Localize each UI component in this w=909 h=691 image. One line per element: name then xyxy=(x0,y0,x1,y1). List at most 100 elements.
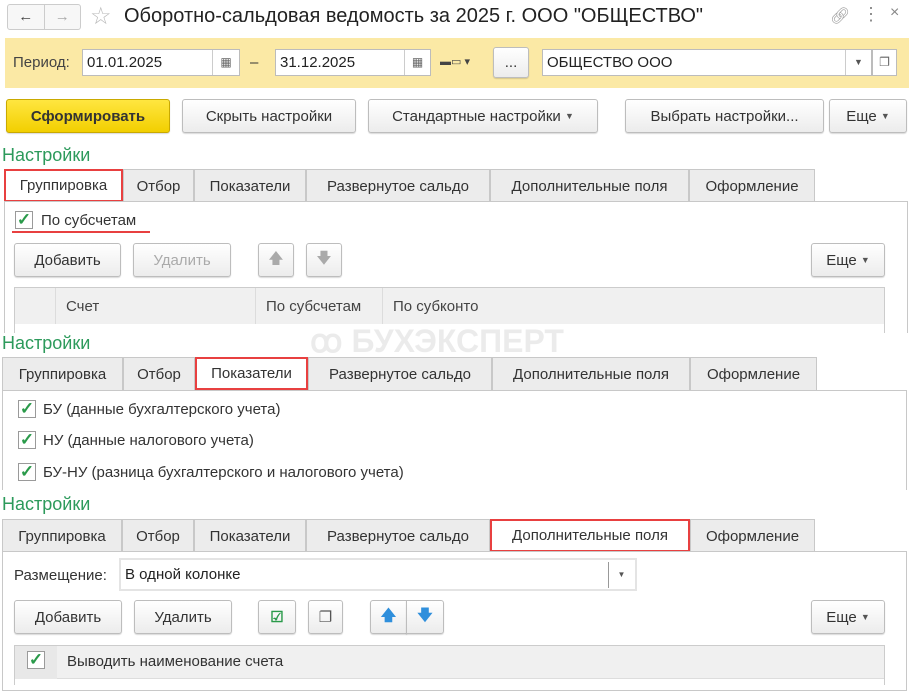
date-to-value: 31.12.2025 xyxy=(280,54,356,71)
more-label: Еще xyxy=(846,107,877,125)
accounting-checkbox[interactable]: ✓ xyxy=(18,400,36,418)
hide-settings-button[interactable]: Скрыть настройки xyxy=(182,99,356,133)
table-header-blank xyxy=(15,288,56,324)
chevron-down-icon[interactable]: ▼ xyxy=(845,50,871,75)
ellipsis: ... xyxy=(504,54,518,71)
show-account-name-checkbox[interactable]: ✓ xyxy=(27,651,45,669)
date-from-value: 01.01.2025 xyxy=(87,54,163,71)
organization-value: ОБЩЕСТВО ООО xyxy=(547,54,673,71)
tab-extra-fields[interactable]: Дополнительные поля xyxy=(492,357,690,390)
move-up-button[interactable]: 🡅 xyxy=(370,600,407,634)
calendar-icon[interactable]: ▦ xyxy=(404,50,430,75)
delete-label: Удалить xyxy=(154,608,212,626)
delete-button[interactable]: Удалить xyxy=(133,243,231,277)
link-icon[interactable]: 🔗︎ xyxy=(830,6,850,26)
arrow-down-icon: 🡇 xyxy=(316,249,332,267)
chevron-down-icon: ▼ xyxy=(860,255,870,265)
table-header-subconto: По субконто xyxy=(383,288,884,324)
nav-buttons: ← → xyxy=(7,4,81,30)
arrow-down-icon: 🡇 xyxy=(417,606,433,624)
more-button[interactable]: Еще ▼ xyxy=(829,99,907,133)
arrow-up-icon: 🡅 xyxy=(380,606,397,624)
tab-filter[interactable]: Отбор xyxy=(123,357,195,390)
add-button[interactable]: Добавить xyxy=(14,243,121,277)
settings-heading: Настройки xyxy=(2,494,91,514)
tabs: Группировка Отбор Показатели Развернутое… xyxy=(4,169,815,202)
uncheck-all-icon: ❐ xyxy=(318,609,333,626)
move-down-button[interactable]: 🡇 xyxy=(306,243,342,277)
placement-select[interactable]: В одной колонке xyxy=(119,558,637,591)
tab-grouping[interactable]: Группировка xyxy=(4,169,123,202)
hide-settings-label: Скрыть настройки xyxy=(205,107,333,125)
watermark-text: БУХЭКСПЕРТ xyxy=(351,323,564,359)
placement-value: В одной колонке xyxy=(125,566,241,583)
add-label: Добавить xyxy=(34,608,102,626)
generate-button[interactable]: Сформировать xyxy=(6,99,170,133)
tab-design[interactable]: Оформление xyxy=(690,357,817,390)
calendar-icon[interactable]: ▦ xyxy=(212,50,239,75)
watermark-logo: ꝏ БУХЭКСПЕРТ xyxy=(310,323,564,359)
period-label: Период: xyxy=(13,54,70,71)
tab-filter[interactable]: Отбор xyxy=(123,169,194,202)
delete-label: Удалить xyxy=(153,251,211,269)
tabs: Группировка Отбор Показатели Развернутое… xyxy=(2,519,815,552)
difference-checkbox[interactable]: ✓ xyxy=(18,463,36,481)
organization-select[interactable]: ОБЩЕСТВО ООО xyxy=(542,49,872,76)
add-button[interactable]: Добавить xyxy=(14,600,122,634)
tab-indicators[interactable]: Показатели xyxy=(195,357,308,390)
chevron-down-icon: ▼ xyxy=(880,111,890,121)
delete-button[interactable]: Удалить xyxy=(134,600,232,634)
period-type-dropdown[interactable]: ▬▭ ▾ xyxy=(440,55,470,68)
difference-label: БУ-НУ (разница бухгалтерского и налогово… xyxy=(43,464,404,481)
chevron-down-icon: ▼ xyxy=(564,111,574,121)
generate-label: Сформировать xyxy=(30,107,146,125)
tab-design[interactable]: Оформление xyxy=(689,169,815,202)
period-select-button[interactable]: ... xyxy=(493,47,529,78)
more-button[interactable]: Еще ▼ xyxy=(811,600,885,634)
more-label: Еще xyxy=(826,251,857,269)
highlight-underline xyxy=(12,231,150,233)
standard-settings-button[interactable]: Стандартные настройки ▼ xyxy=(368,99,598,133)
move-down-button[interactable]: 🡇 xyxy=(406,600,444,634)
standard-settings-label: Стандартные настройки xyxy=(392,107,561,125)
open-icon[interactable]: ❐ xyxy=(872,49,897,76)
choose-settings-button[interactable]: Выбрать настройки... xyxy=(625,99,824,133)
more-button[interactable]: Еще ▼ xyxy=(811,243,885,277)
move-up-button[interactable]: 🡅 xyxy=(258,243,294,277)
table-header-account: Счет xyxy=(56,288,256,324)
tax-checkbox[interactable]: ✓ xyxy=(18,431,36,449)
tab-indicators[interactable]: Показатели xyxy=(194,519,306,552)
show-account-name-label: Выводить наименование счета xyxy=(67,653,284,670)
tab-expanded-balance[interactable]: Развернутое сальдо xyxy=(306,519,490,552)
star-icon[interactable]: ☆ xyxy=(90,2,112,31)
more-label: Еще xyxy=(826,608,857,626)
tab-extra-fields[interactable]: Дополнительные поля xyxy=(490,519,690,552)
settings-heading: Настройки xyxy=(2,145,91,165)
choose-settings-label: Выбрать настройки... xyxy=(650,107,799,125)
tab-filter[interactable]: Отбор xyxy=(122,519,194,552)
uncheck-all-button[interactable]: ❐ xyxy=(308,600,343,634)
close-icon[interactable]: × xyxy=(890,4,899,22)
back-button[interactable]: ← xyxy=(8,5,45,29)
tab-extra-fields[interactable]: Дополнительные поля xyxy=(490,169,689,202)
placement-label: Размещение: xyxy=(14,567,107,584)
check-all-icon: ☑ xyxy=(270,609,284,626)
period-dash: – xyxy=(250,54,259,71)
tab-expanded-balance[interactable]: Развернутое сальдо xyxy=(306,169,490,202)
by-subaccounts-checkbox[interactable]: ✓ xyxy=(15,211,33,229)
tab-design[interactable]: Оформление xyxy=(690,519,815,552)
check-all-button[interactable]: ☑ xyxy=(258,600,296,634)
menu-dots-icon[interactable]: ⋮ xyxy=(862,4,880,25)
tab-expanded-balance[interactable]: Развернутое сальдо xyxy=(308,357,492,390)
forward-button[interactable]: → xyxy=(45,5,81,29)
page-title: Оборотно-сальдовая ведомость за 2025 г. … xyxy=(124,5,704,27)
accounting-label: БУ (данные бухгалтерского учета) xyxy=(43,401,281,418)
tab-grouping[interactable]: Группировка xyxy=(2,519,122,552)
settings-heading: Настройки xyxy=(2,333,91,353)
tax-label: НУ (данные налогового учета) xyxy=(43,432,254,449)
tab-grouping[interactable]: Группировка xyxy=(2,357,123,390)
tabs: Группировка Отбор Показатели Развернутое… xyxy=(2,357,817,390)
chevron-down-icon[interactable]: ▼ xyxy=(608,562,634,588)
tab-indicators[interactable]: Показатели xyxy=(194,169,306,202)
by-subaccounts-label: По субсчетам xyxy=(41,212,137,229)
